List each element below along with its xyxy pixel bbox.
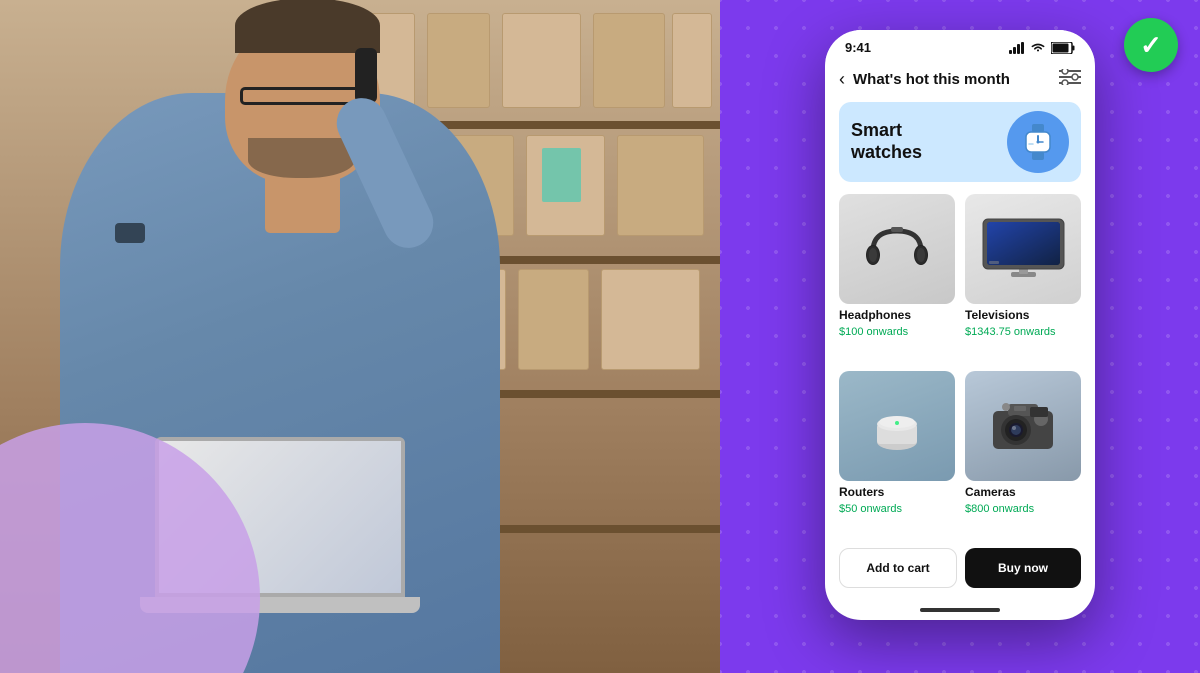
phone-status-bar: 9:41 <box>825 30 1095 61</box>
product-card-routers[interactable]: Routers $50 onwards <box>839 371 955 538</box>
product-card-cameras[interactable]: Cameras $800 onwards <box>965 371 1081 538</box>
wifi-icon <box>1030 42 1046 54</box>
banner-title-line1: Smart <box>851 120 922 142</box>
product-name-headphones: Headphones <box>839 308 955 322</box>
camera-image <box>988 399 1058 454</box>
person-watch <box>115 223 145 243</box>
check-badge: ✓ <box>1124 18 1178 72</box>
phone-status-icons <box>1009 42 1075 54</box>
person-hair <box>235 0 380 53</box>
box <box>502 13 581 107</box>
product-image-cameras <box>965 371 1081 481</box>
watch-icon-circle <box>1007 111 1069 173</box>
phone-time: 9:41 <box>845 40 871 55</box>
phone-mockup: 9:41 <box>825 30 1095 620</box>
box <box>518 269 589 370</box>
smartwatch-icon <box>1018 122 1058 162</box>
filter-icon <box>1059 69 1081 85</box>
tv-image <box>981 217 1066 282</box>
product-grid: Headphones $100 onwards <box>839 194 1081 538</box>
battery-icon <box>1051 42 1075 54</box>
product-price-headphones: $100 onwards <box>839 326 955 338</box>
product-image-headphones <box>839 194 955 304</box>
back-button[interactable]: ‹ <box>839 69 845 90</box>
person-beard <box>248 138 355 178</box>
photo-section <box>0 0 720 673</box>
product-name-cameras: Cameras <box>965 485 1081 499</box>
phone-content: ‹ What's hot this month <box>825 61 1095 538</box>
router-image <box>867 396 927 456</box>
headphones-image <box>861 213 933 285</box>
product-price-cameras: $800 onwards <box>965 503 1081 515</box>
banner-text-container: Smart watches <box>851 120 922 163</box>
product-image-routers <box>839 371 955 481</box>
phone-bottom-actions: Add to cart Buy now <box>825 538 1095 604</box>
product-price-routers: $50 onwards <box>839 503 955 515</box>
phone-header-left: ‹ What's hot this month <box>839 69 1010 90</box>
box-sticker <box>542 148 582 202</box>
phone-header: ‹ What's hot this month <box>839 61 1081 102</box>
person-phone <box>355 48 377 103</box>
product-card-headphones[interactable]: Headphones $100 onwards <box>839 194 955 361</box>
check-icon: ✓ <box>1140 32 1162 58</box>
box <box>601 269 700 370</box>
filter-button[interactable] <box>1059 69 1081 90</box>
add-to-cart-button[interactable]: Add to cart <box>839 548 957 588</box>
right-section: ✓ 9:41 <box>720 0 1200 673</box>
product-card-televisions[interactable]: Televisions $1343.75 onwards <box>965 194 1081 361</box>
warehouse-photo <box>0 0 720 673</box>
smart-watches-banner[interactable]: Smart watches <box>839 102 1081 182</box>
product-price-televisions: $1343.75 onwards <box>965 326 1081 338</box>
product-name-routers: Routers <box>839 485 955 499</box>
phone-home-indicator <box>920 608 1000 612</box>
signal-icon <box>1009 42 1025 54</box>
person-glasses <box>240 87 360 105</box>
box <box>672 13 712 107</box>
product-name-televisions: Televisions <box>965 308 1081 322</box>
page-title: What's hot this month <box>853 71 1010 88</box>
box <box>427 13 490 107</box>
box <box>593 13 664 107</box>
product-image-televisions <box>965 194 1081 304</box>
box <box>617 135 704 236</box>
buy-now-button[interactable]: Buy now <box>965 548 1081 588</box>
banner-title-line2: watches <box>851 142 922 164</box>
